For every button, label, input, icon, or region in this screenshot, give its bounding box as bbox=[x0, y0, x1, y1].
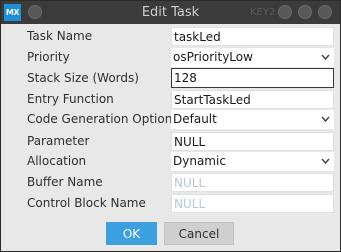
buffer-name-input: NULL bbox=[171, 173, 334, 192]
row-stack-size: Stack Size (Words) 128 bbox=[1, 68, 340, 88]
chevron-down-icon bbox=[321, 116, 330, 123]
maximize-button[interactable] bbox=[298, 5, 312, 19]
close-button[interactable] bbox=[318, 5, 332, 19]
code-generation-value: Default bbox=[173, 112, 217, 126]
control-block-name-label: Control Block Name bbox=[27, 196, 146, 210]
minimize-button[interactable] bbox=[278, 5, 292, 19]
row-entry-function: Entry Function StartTaskLed bbox=[1, 89, 340, 109]
row-allocation: Allocation Dynamic bbox=[1, 151, 340, 171]
row-parameter: Parameter NULL bbox=[1, 131, 340, 151]
chevron-down-icon bbox=[321, 158, 330, 165]
chevron-down-icon bbox=[321, 54, 330, 61]
edit-task-dialog: MX Edit Task KEY2 Task Name taskLed Prio… bbox=[0, 0, 341, 252]
cancel-button[interactable]: Cancel bbox=[164, 222, 234, 245]
code-generation-label: Code Generation Option bbox=[27, 112, 173, 126]
ok-button[interactable]: OK bbox=[106, 222, 157, 245]
task-name-input[interactable]: taskLed bbox=[171, 27, 334, 46]
row-priority: Priority osPriorityLow bbox=[1, 47, 340, 67]
priority-value: osPriorityLow bbox=[173, 50, 253, 64]
row-buffer-name: Buffer Name NULL bbox=[1, 172, 340, 192]
allocation-select[interactable]: Dynamic bbox=[171, 152, 334, 171]
control-block-name-input: NULL bbox=[171, 194, 334, 213]
background-ghost-label: KEY2 bbox=[250, 7, 276, 18]
code-generation-select[interactable]: Default bbox=[171, 110, 334, 129]
buffer-name-label: Buffer Name bbox=[27, 175, 103, 189]
stack-size-input[interactable]: 128 bbox=[171, 68, 334, 88]
priority-label: Priority bbox=[27, 50, 70, 64]
task-name-label: Task Name bbox=[27, 29, 93, 43]
parameter-label: Parameter bbox=[27, 134, 90, 148]
priority-select[interactable]: osPriorityLow bbox=[171, 48, 334, 67]
row-code-generation: Code Generation Option Default bbox=[1, 109, 340, 129]
row-control-block-name: Control Block Name NULL bbox=[1, 193, 340, 213]
stack-size-label: Stack Size (Words) bbox=[27, 71, 139, 85]
entry-function-input[interactable]: StartTaskLed bbox=[171, 90, 334, 109]
allocation-label: Allocation bbox=[27, 154, 87, 168]
allocation-value: Dynamic bbox=[173, 154, 226, 168]
entry-function-label: Entry Function bbox=[27, 92, 114, 106]
title-bar[interactable]: MX Edit Task KEY2 bbox=[1, 1, 340, 24]
row-task-name: Task Name taskLed bbox=[1, 26, 340, 46]
parameter-input[interactable]: NULL bbox=[171, 132, 334, 151]
